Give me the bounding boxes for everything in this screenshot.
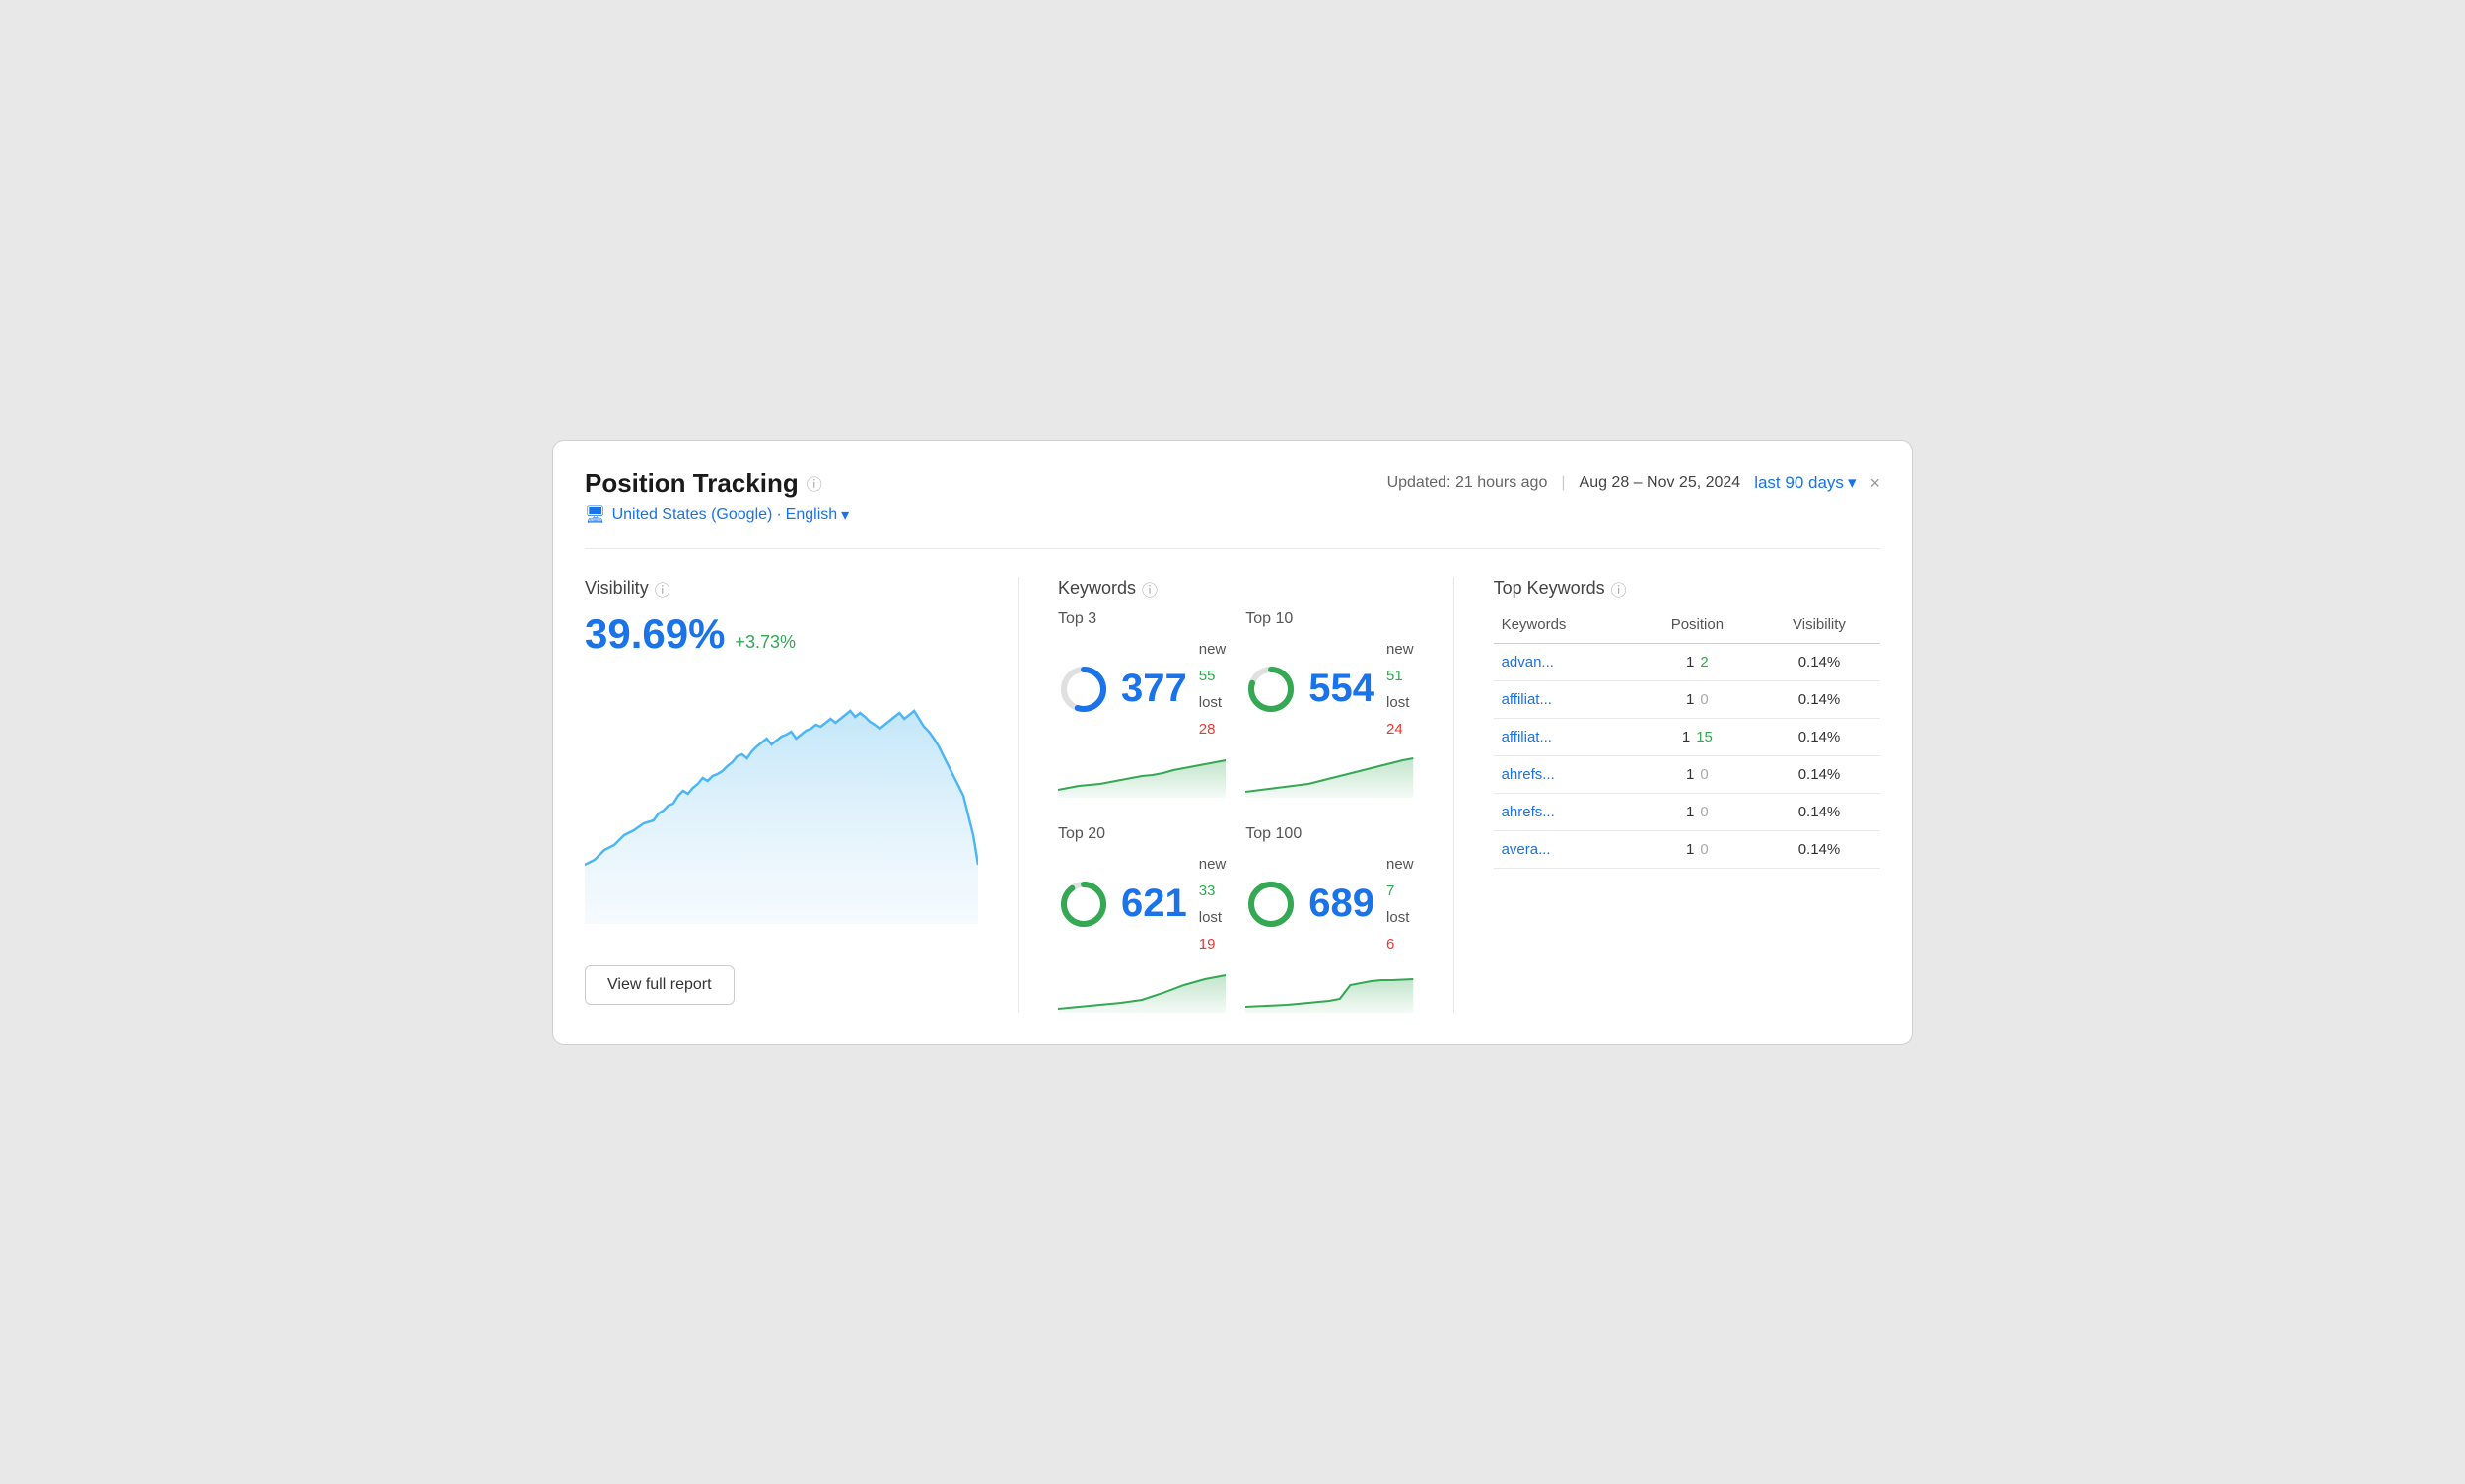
dot-separator: · <box>776 506 781 524</box>
keyword-block-top3: Top 3 377 new 55 lost 28 <box>1058 610 1226 798</box>
keyword-cell[interactable]: advan... <box>1494 643 1637 680</box>
visibility-cell: 0.14% <box>1758 718 1880 755</box>
keyword-cell[interactable]: affiliat... <box>1494 718 1637 755</box>
keyword-cell[interactable]: avera... <box>1494 830 1637 868</box>
table-row: ahrefs...100.14% <box>1494 755 1880 793</box>
kw-block-main: 689 new 7 lost 6 <box>1245 851 1413 957</box>
visibility-info-icon[interactable]: ⓘ <box>655 577 670 601</box>
visibility-cell: 0.14% <box>1758 830 1880 868</box>
keyword-cell[interactable]: affiliat... <box>1494 680 1637 718</box>
kw-stats-top3: new 55 lost 28 <box>1199 636 1227 742</box>
divider <box>585 548 1880 549</box>
sparkline-top10 <box>1245 750 1413 798</box>
kw-stats-top100: new 7 lost 6 <box>1386 851 1414 957</box>
kw-block-title: Top 10 <box>1245 610 1413 628</box>
keyword-cell[interactable]: ahrefs... <box>1494 755 1637 793</box>
sub-header: 🖥 United States (Google) · English ▾ <box>585 505 1880 525</box>
kw-value-top10: 554 <box>1308 667 1374 711</box>
location-language-selector[interactable]: United States (Google) · English ▾ <box>612 505 850 525</box>
header-left: Position Tracking ⓘ <box>585 468 822 499</box>
position-cell: 10 <box>1637 830 1758 868</box>
kw-value-top20: 621 <box>1121 882 1187 926</box>
view-full-report-button[interactable]: View full report <box>585 965 735 1005</box>
table-row: affiliat...100.14% <box>1494 680 1880 718</box>
title-info-icon[interactable]: ⓘ <box>807 471 822 495</box>
kw-block-main: 554 new 51 lost 24 <box>1245 636 1413 742</box>
top-keywords-table: Keywords Position Visibility advan...120… <box>1494 610 1880 869</box>
position-cell: 10 <box>1637 680 1758 718</box>
date-range: Aug 28 – Nov 25, 2024 <box>1580 474 1741 492</box>
chevron-down-icon: ▾ <box>1848 473 1857 493</box>
chevron-down-icon: ▾ <box>841 505 849 525</box>
col-header-visibility: Visibility <box>1758 610 1880 644</box>
sparkline-top20 <box>1058 965 1226 1013</box>
table-row: advan...120.14% <box>1494 643 1880 680</box>
main-content: Visibility ⓘ 39.69% +3.73% <box>585 577 1880 1013</box>
donut-chart-top10 <box>1245 664 1297 715</box>
visibility-title: Visibility ⓘ <box>585 577 978 601</box>
location-text: United States (Google) <box>612 506 773 524</box>
keyword-block-top100: Top 100 689 new 7 lost 6 <box>1245 825 1413 1013</box>
separator: | <box>1561 474 1565 492</box>
visibility-cell: 0.14% <box>1758 793 1880 830</box>
kw-stats-top20: new 33 lost 19 <box>1199 851 1227 957</box>
sparkline-top100 <box>1245 965 1413 1013</box>
sparkline-top3 <box>1058 750 1226 798</box>
donut-chart-top100 <box>1245 879 1297 930</box>
donut-chart-top20 <box>1058 879 1109 930</box>
top-keywords-section: Top Keywords ⓘ Keywords Position Visibil… <box>1454 577 1880 1013</box>
card-title: Position Tracking <box>585 468 799 499</box>
position-cell: 10 <box>1637 793 1758 830</box>
visibility-cell: 0.14% <box>1758 643 1880 680</box>
table-row: ahrefs...100.14% <box>1494 793 1880 830</box>
kw-value-top3: 377 <box>1121 667 1187 711</box>
visibility-percent: 39.69% <box>585 610 725 658</box>
period-button[interactable]: last 90 days ▾ <box>1754 473 1856 493</box>
keywords-title: Keywords ⓘ <box>1058 577 1414 601</box>
card-header: Position Tracking ⓘ Updated: 21 hours ag… <box>585 468 1880 499</box>
language-text: English <box>786 506 837 524</box>
top-keywords-title: Top Keywords ⓘ <box>1494 577 1880 601</box>
table-header-row: Keywords Position Visibility <box>1494 610 1880 644</box>
kw-block-main: 377 new 55 lost 28 <box>1058 636 1226 742</box>
keywords-info-icon[interactable]: ⓘ <box>1142 577 1158 601</box>
keyword-block-top20: Top 20 621 new 33 lost 19 <box>1058 825 1226 1013</box>
visibility-cell: 0.14% <box>1758 755 1880 793</box>
kw-block-title: Top 20 <box>1058 825 1226 843</box>
kw-block-title: Top 100 <box>1245 825 1413 843</box>
visibility-value: 39.69% +3.73% <box>585 610 978 658</box>
visibility-section: Visibility ⓘ 39.69% +3.73% <box>585 577 1019 1013</box>
top-keywords-info-icon[interactable]: ⓘ <box>1611 577 1627 601</box>
close-button[interactable]: × <box>1869 473 1880 494</box>
keyword-block-top10: Top 10 554 new 51 lost 24 <box>1245 610 1413 798</box>
keywords-grid: Top 3 377 new 55 lost 28 <box>1058 610 1414 1013</box>
position-cell: 115 <box>1637 718 1758 755</box>
visibility-chart <box>585 668 978 944</box>
col-header-position: Position <box>1637 610 1758 644</box>
kw-block-title: Top 3 <box>1058 610 1226 628</box>
visibility-cell: 0.14% <box>1758 680 1880 718</box>
kw-value-top100: 689 <box>1308 882 1374 926</box>
updated-text: Updated: 21 hours ago <box>1387 474 1548 492</box>
kw-block-main: 621 new 33 lost 19 <box>1058 851 1226 957</box>
monitor-icon: 🖥 <box>585 505 606 525</box>
visibility-change: +3.73% <box>735 632 796 653</box>
position-tracking-card: Position Tracking ⓘ Updated: 21 hours ag… <box>552 440 1913 1045</box>
header-right: Updated: 21 hours ago | Aug 28 – Nov 25,… <box>1387 473 1880 494</box>
keywords-section: Keywords ⓘ Top 3 377 <box>1019 577 1454 1013</box>
position-cell: 10 <box>1637 755 1758 793</box>
donut-chart-top3 <box>1058 664 1109 715</box>
col-header-keywords: Keywords <box>1494 610 1637 644</box>
position-cell: 12 <box>1637 643 1758 680</box>
kw-stats-top10: new 51 lost 24 <box>1386 636 1414 742</box>
table-row: affiliat...1150.14% <box>1494 718 1880 755</box>
keyword-cell[interactable]: ahrefs... <box>1494 793 1637 830</box>
table-row: avera...100.14% <box>1494 830 1880 868</box>
